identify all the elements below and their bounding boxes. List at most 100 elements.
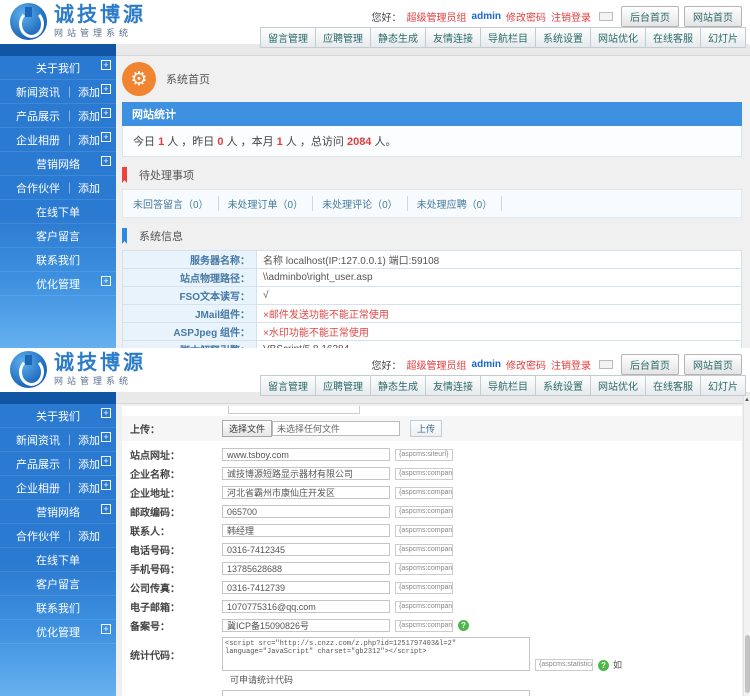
user-bar: 您好： 超级管理员组 admin 修改密码 注销登录 后台首页 网站首页 — [372, 6, 742, 27]
tab-slideshow[interactable]: 幻灯片 — [700, 27, 746, 48]
tab-site-seo[interactable]: 网站优化 — [590, 27, 646, 48]
pending-messages-link[interactable]: 未回答留言（0） — [133, 196, 219, 211]
expand-plus-icon[interactable]: + — [101, 432, 111, 442]
help-icon[interactable]: ? — [598, 660, 609, 671]
admin-home-button[interactable]: 后台首页 — [621, 354, 679, 375]
change-password-link[interactable]: 修改密码 — [506, 357, 546, 372]
contact-person-input[interactable] — [222, 524, 390, 537]
mobile-input[interactable] — [222, 562, 390, 575]
company-name-input[interactable] — [222, 467, 390, 480]
copyright-textarea[interactable] — [222, 690, 530, 696]
sidebar-item-gallery[interactable]: 企业相册添加+ — [0, 476, 116, 500]
pending-orders-link[interactable]: 未处理订单（0） — [228, 196, 314, 211]
sidebar-item-guestbook[interactable]: 客户留言 — [0, 224, 116, 248]
phone-input[interactable] — [222, 543, 390, 556]
add-link[interactable]: 添加 — [64, 480, 100, 496]
upload-button[interactable]: 上传 — [410, 420, 442, 437]
change-password-link[interactable]: 修改密码 — [506, 9, 546, 24]
add-link[interactable]: 添加 — [64, 432, 100, 448]
sidebar-item-partners[interactable]: 合作伙伴添加 — [0, 176, 116, 200]
scrollbar-thumb[interactable] — [745, 635, 750, 693]
expand-plus-icon[interactable]: + — [101, 60, 111, 70]
sidebar-item-news[interactable]: 新闻资讯添加+ — [0, 80, 116, 104]
expand-plus-icon[interactable]: + — [101, 132, 111, 142]
username: admin — [472, 359, 501, 370]
icp-input[interactable] — [222, 619, 390, 632]
company-address-input[interactable] — [222, 486, 390, 499]
sidebar-item-guestbook[interactable]: 客户留言 — [0, 572, 116, 596]
sidebar-item-seo[interactable]: 优化管理+ — [0, 272, 116, 296]
tab-nav-columns[interactable]: 导航栏目 — [480, 27, 536, 48]
add-link[interactable]: 添加 — [64, 180, 100, 196]
sidebar-item-orders[interactable]: 在线下单 — [0, 200, 116, 224]
sidebar-item-contact[interactable]: 联系我们 — [0, 248, 116, 272]
tab-system-settings[interactable]: 系统设置 — [535, 375, 591, 396]
skin-toggle-icon[interactable] — [599, 360, 613, 369]
expand-plus-icon[interactable]: + — [101, 108, 111, 118]
postcode-input[interactable] — [222, 505, 390, 518]
expand-plus-icon[interactable]: + — [101, 456, 111, 466]
tab-online-service[interactable]: 在线客服 — [645, 375, 701, 396]
tab-apply-manage[interactable]: 应聘管理 — [315, 27, 371, 48]
add-link[interactable]: 添加 — [64, 84, 100, 100]
sidebar-item-orders[interactable]: 在线下单 — [0, 548, 116, 572]
sidebar-item-products[interactable]: 产品展示添加+ — [0, 104, 116, 128]
add-link[interactable]: 添加 — [64, 456, 100, 472]
expand-plus-icon[interactable]: + — [101, 156, 111, 166]
tab-apply-manage[interactable]: 应聘管理 — [315, 375, 371, 396]
fax-input[interactable] — [222, 581, 390, 594]
sidebar-item-news[interactable]: 新闻资讯添加+ — [0, 428, 116, 452]
tab-online-service[interactable]: 在线客服 — [645, 27, 701, 48]
tab-system-settings[interactable]: 系统设置 — [535, 27, 591, 48]
pending-comments-link[interactable]: 未处理评论（0） — [322, 196, 408, 211]
tab-friend-links[interactable]: 友情连接 — [425, 27, 481, 48]
expand-plus-icon[interactable]: + — [101, 84, 111, 94]
upload-row: 上传： 选择文件 未选择任何文件 上传 — [122, 416, 742, 441]
add-link[interactable]: 添加 — [64, 108, 100, 124]
sidebar: 关于我们+ 新闻资讯添加+ 产品展示添加+ 企业相册添加+ 营销网络+ 合作伙伴… — [0, 404, 116, 696]
statistics-code-textarea[interactable]: <script src="http://s.cnzz.com/z.php?id=… — [222, 637, 530, 671]
sidebar-item-contact[interactable]: 联系我们 — [0, 596, 116, 620]
choose-file-button[interactable]: 选择文件 — [222, 420, 272, 437]
tab-nav-columns[interactable]: 导航栏目 — [480, 375, 536, 396]
logout-link[interactable]: 注销登录 — [551, 9, 591, 24]
site-url-input[interactable] — [222, 448, 390, 461]
tab-slideshow[interactable]: 幻灯片 — [700, 375, 746, 396]
expand-plus-icon[interactable]: + — [101, 504, 111, 514]
expand-plus-icon[interactable]: + — [101, 480, 111, 490]
tab-static-generate[interactable]: 静态生成 — [370, 27, 426, 48]
site-home-button[interactable]: 网站首页 — [684, 354, 742, 375]
admin-home-button[interactable]: 后台首页 — [621, 6, 679, 27]
sidebar-item-about[interactable]: 关于我们+ — [0, 404, 116, 428]
field-phone: 电话号码： {aspcms:companypho — [122, 542, 742, 557]
pending-applications-link[interactable]: 未处理应聘（0） — [417, 196, 503, 211]
statistics-note[interactable]: 可申请统计代码 — [230, 673, 742, 686]
add-link[interactable]: 添加 — [64, 528, 100, 544]
pending-title: 待处理事项 — [139, 167, 194, 183]
main-content: 上传： 选择文件 未选择任何文件 上传 站点网址： {aspcms:siteur… — [116, 404, 750, 696]
logout-link[interactable]: 注销登录 — [551, 357, 591, 372]
add-link[interactable]: 添加 — [64, 132, 100, 148]
sidebar-item-seo[interactable]: 优化管理+ — [0, 620, 116, 644]
sidebar-item-network[interactable]: 营销网络+ — [0, 500, 116, 524]
sidebar-item-about[interactable]: 关于我们+ — [0, 56, 116, 80]
tab-site-seo[interactable]: 网站优化 — [590, 375, 646, 396]
tab-friend-links[interactable]: 友情连接 — [425, 375, 481, 396]
sidebar-item-gallery[interactable]: 企业相册添加+ — [0, 128, 116, 152]
expand-plus-icon[interactable]: + — [101, 408, 111, 418]
sidebar-item-partners[interactable]: 合作伙伴添加 — [0, 524, 116, 548]
tab-static-generate[interactable]: 静态生成 — [370, 375, 426, 396]
expand-plus-icon[interactable]: + — [101, 276, 111, 286]
sidebar-item-products[interactable]: 产品展示添加+ — [0, 452, 116, 476]
vertical-scrollbar[interactable]: ▲ — [743, 396, 750, 696]
tab-message-manage[interactable]: 留言管理 — [260, 27, 316, 48]
scroll-up-icon[interactable]: ▲ — [744, 396, 750, 404]
site-home-button[interactable]: 网站首页 — [684, 6, 742, 27]
help-icon[interactable]: ? — [458, 620, 469, 631]
sidebar-item-network[interactable]: 营销网络+ — [0, 152, 116, 176]
expand-plus-icon[interactable]: + — [101, 624, 111, 634]
skin-toggle-icon[interactable] — [599, 12, 613, 21]
tab-message-manage[interactable]: 留言管理 — [260, 375, 316, 396]
screen-system-home: 诚技博源 网站管理系统 您好： 超级管理员组 admin 修改密码 注销登录 后… — [0, 0, 750, 348]
email-input[interactable] — [222, 600, 390, 613]
